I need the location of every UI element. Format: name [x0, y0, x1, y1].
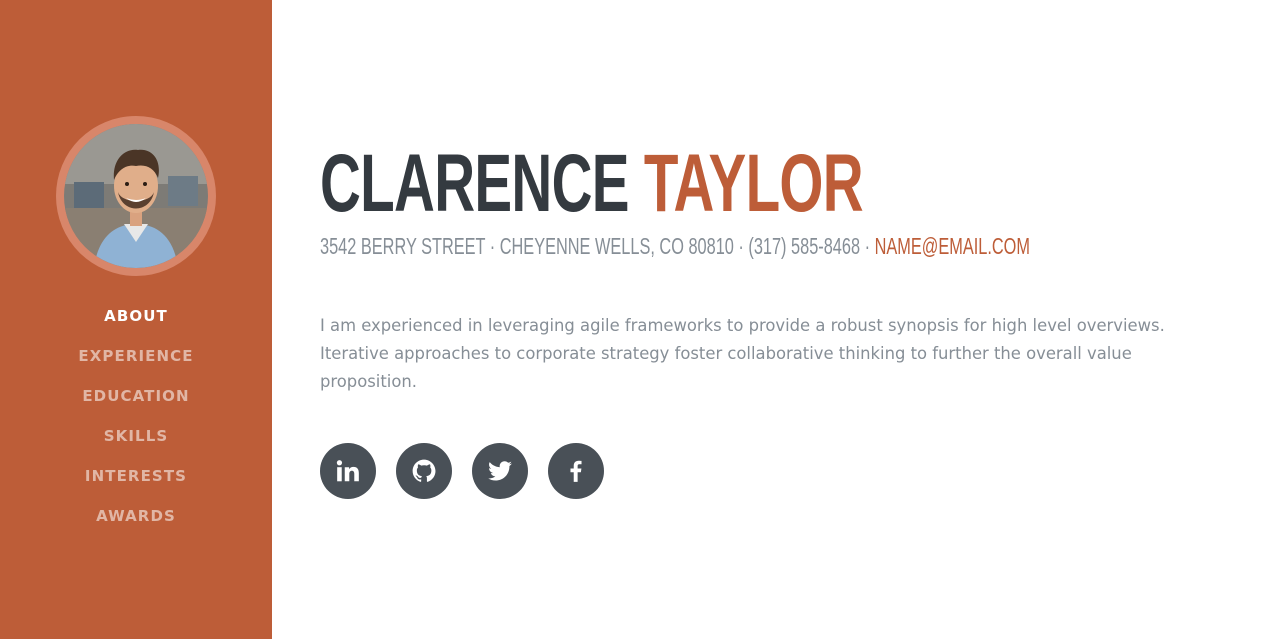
facebook-icon — [570, 460, 582, 482]
twitter-button[interactable] — [472, 443, 528, 499]
github-button[interactable] — [396, 443, 452, 499]
twitter-icon — [488, 461, 512, 481]
main-content: CLARENCE TAYLOR 3542 BERRY STREET · CHEY… — [320, 0, 1240, 639]
page-title: CLARENCE TAYLOR — [320, 136, 864, 232]
nav-link-awards[interactable]: AWARDS — [96, 507, 176, 525]
facebook-button[interactable] — [548, 443, 604, 499]
sidebar: ABOUT EXPERIENCE EDUCATION SKILLS INTERE… — [0, 0, 272, 639]
nav-item-experience: EXPERIENCE — [0, 336, 272, 376]
linkedin-icon — [336, 460, 359, 482]
github-icon — [412, 459, 436, 482]
social-icons — [320, 443, 604, 499]
nav-item-interests: INTERESTS — [0, 456, 272, 496]
nav-link-interests[interactable]: INTERESTS — [85, 467, 187, 485]
bio-text: I am experienced in leveraging agile fra… — [320, 316, 1165, 391]
nav-link-experience[interactable]: EXPERIENCE — [78, 347, 193, 365]
email-link[interactable]: NAME@EMAIL.COM — [875, 233, 1030, 259]
nav-link-education[interactable]: EDUCATION — [82, 387, 189, 405]
nav-item-education: EDUCATION — [0, 376, 272, 416]
avatar — [64, 124, 208, 268]
last-name: TAYLOR — [643, 138, 864, 229]
nav-link-skills[interactable]: SKILLS — [104, 427, 169, 445]
first-name: CLARENCE — [320, 138, 630, 229]
avatar-frame — [56, 116, 216, 276]
nav-link-about[interactable]: ABOUT — [104, 307, 168, 325]
contact-line: 3542 BERRY STREET · CHEYENNE WELLS, CO 8… — [320, 232, 1030, 260]
address-text: 3542 BERRY STREET · CHEYENNE WELLS, CO 8… — [320, 233, 871, 259]
nav-item-about: ABOUT — [0, 296, 272, 336]
nav-item-awards: AWARDS — [0, 496, 272, 536]
linkedin-button[interactable] — [320, 443, 376, 499]
sidebar-nav: ABOUT EXPERIENCE EDUCATION SKILLS INTERE… — [0, 296, 272, 536]
nav-item-skills: SKILLS — [0, 416, 272, 456]
